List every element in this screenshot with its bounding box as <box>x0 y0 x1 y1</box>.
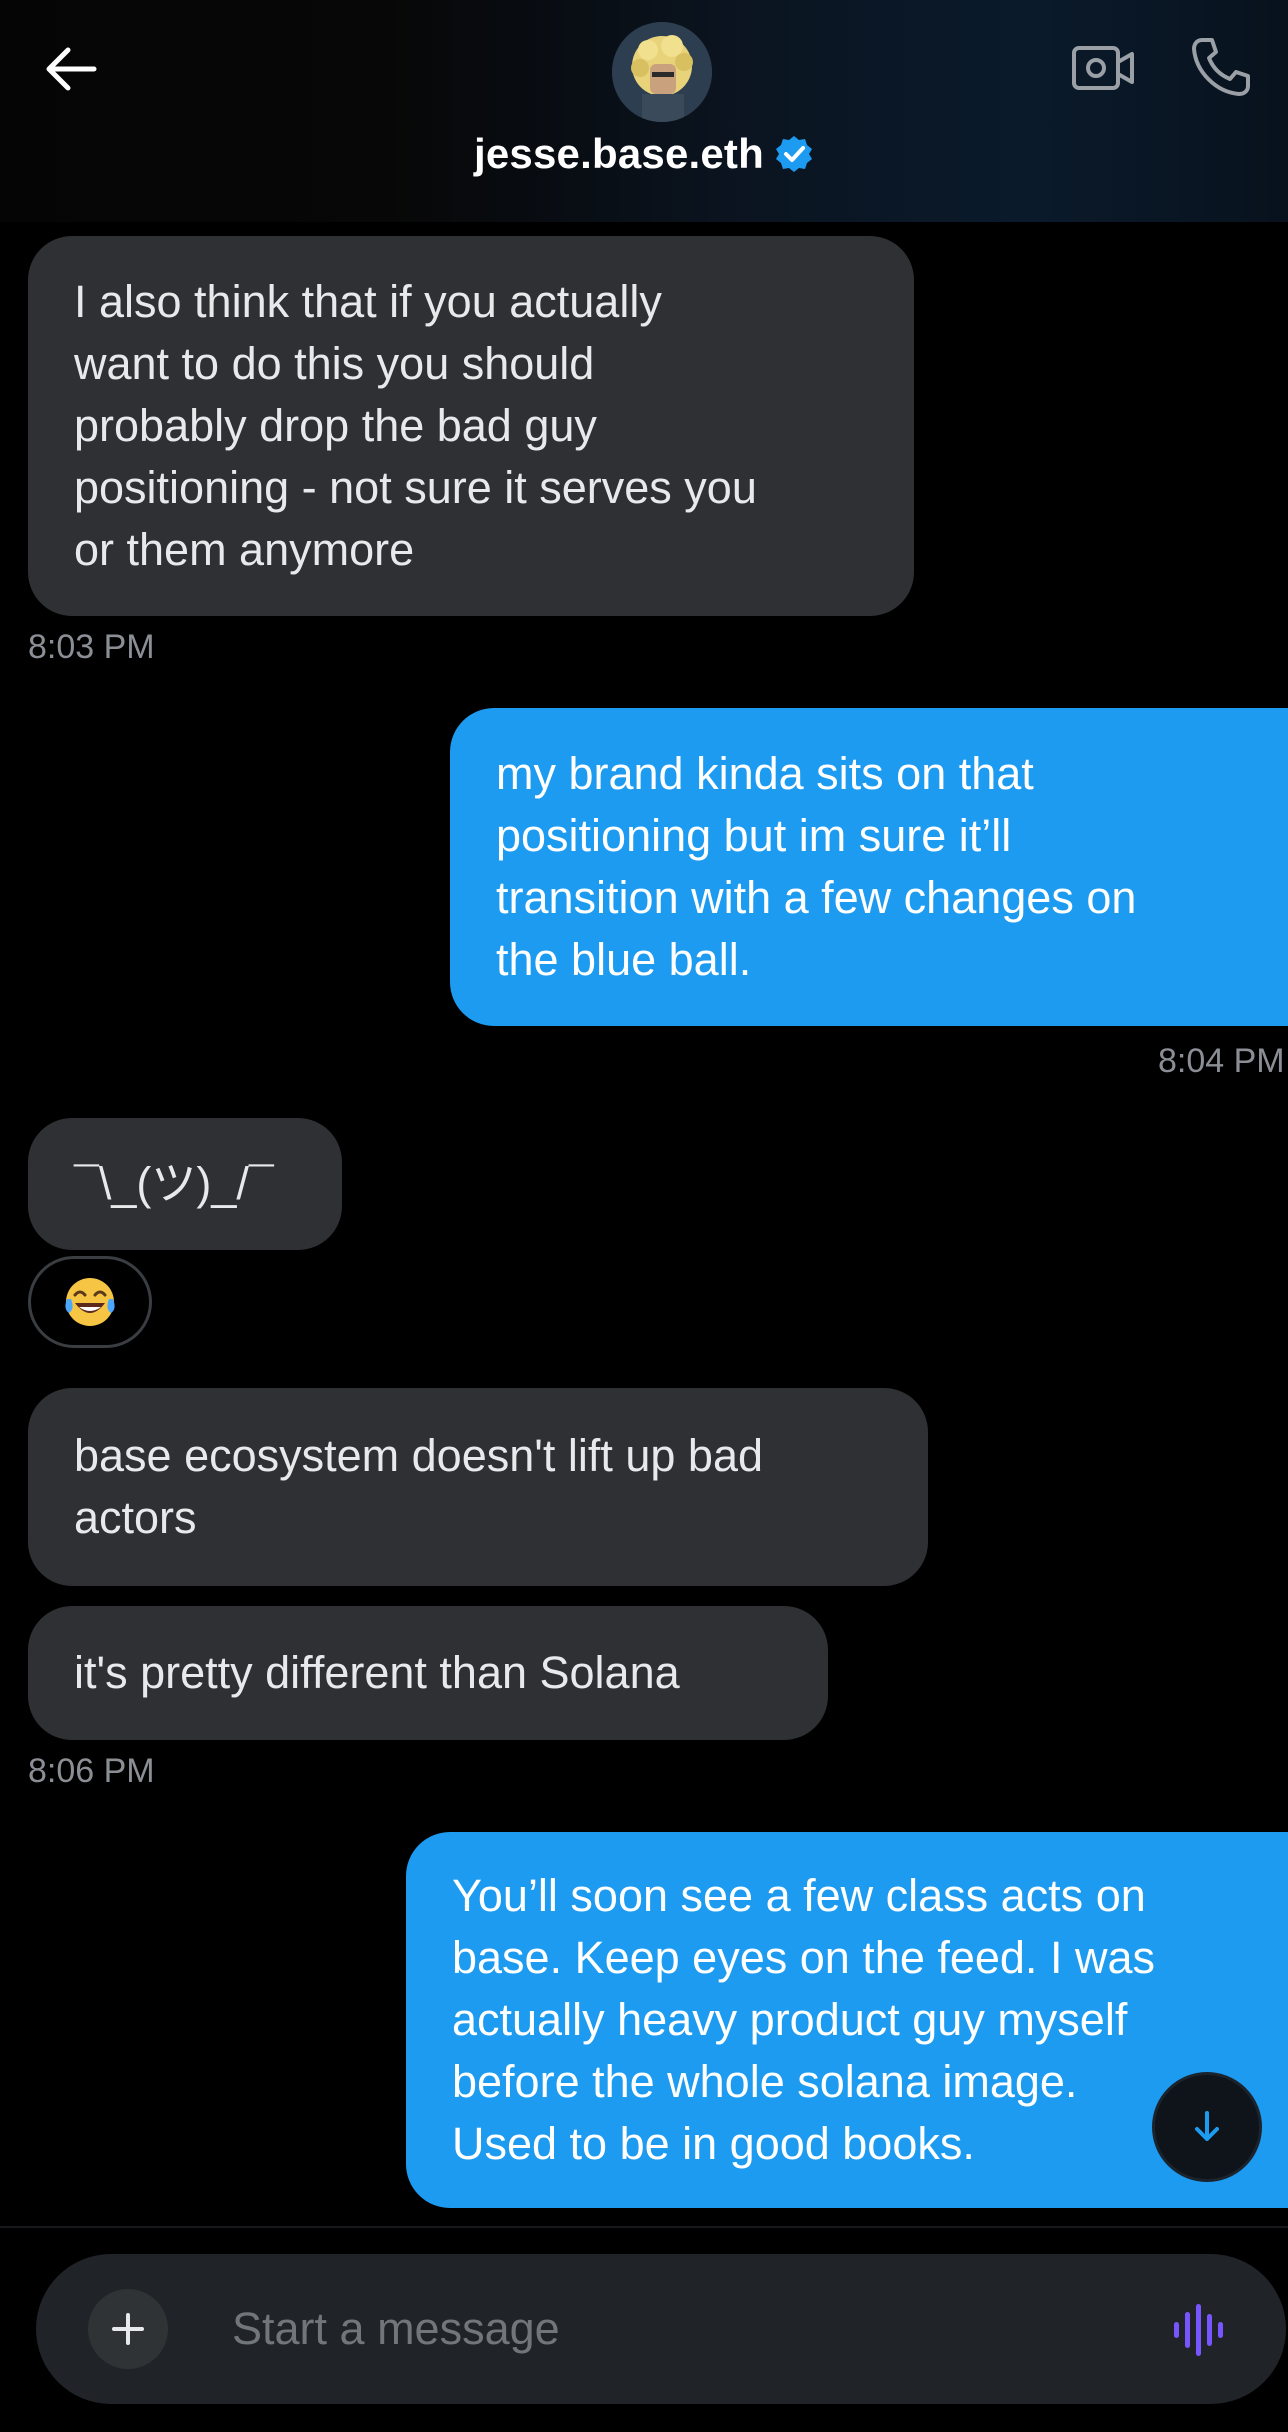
message-bubble-received[interactable]: I also think that if you actually want t… <box>28 236 914 616</box>
plus-icon <box>112 2313 144 2345</box>
message-bubble-sent[interactable]: You’ll soon see a few class acts on base… <box>406 1832 1288 2208</box>
message-line: want to do this you should <box>74 338 595 389</box>
back-arrow-icon <box>46 47 97 91</box>
message-line: base. Keep eyes on the feed. I was <box>452 1932 1155 1983</box>
message-line: positioning but im sure it’ll <box>496 810 1012 861</box>
message-text: ¯\_(ツ)_/¯ <box>74 1158 274 1209</box>
message-bubble-received[interactable]: it's pretty different than Solana <box>28 1606 828 1740</box>
message-reaction[interactable] <box>28 1256 152 1348</box>
message-text: it's pretty different than Solana <box>74 1647 680 1698</box>
message-line: Used to be in good books. <box>452 2118 975 2169</box>
scroll-down-arrow-icon <box>1195 2111 1219 2141</box>
back-button[interactable] <box>40 38 102 100</box>
message-line: probably drop the bad guy <box>74 400 597 451</box>
add-attachment-button[interactable] <box>88 2289 168 2369</box>
conversation-header: jesse.base.eth <box>0 0 1288 222</box>
voice-message-button[interactable] <box>1170 2302 1230 2358</box>
message-line: I also think that if you actually <box>74 276 662 327</box>
message-composer: Start a message <box>36 2254 1286 2404</box>
contact-name[interactable]: jesse.base.eth <box>0 130 1288 178</box>
message-line: before the whole solana image. <box>452 2056 1078 2107</box>
phone-icon <box>1192 38 1250 96</box>
message-text: I also think that if you actually want t… <box>74 271 757 581</box>
message-timestamp: 8:06 PM <box>28 1752 155 1790</box>
phone-call-button[interactable] <box>1188 34 1254 100</box>
message-bubble-received[interactable]: ¯\_(ツ)_/¯ <box>28 1118 342 1250</box>
avatar-image <box>612 22 712 122</box>
video-call-button[interactable] <box>1070 38 1136 98</box>
composer-divider <box>0 2226 1288 2228</box>
message-line: the blue ball. <box>496 934 752 985</box>
video-call-icon <box>1072 46 1134 90</box>
message-line: actually heavy product guy myself <box>452 1994 1128 2045</box>
message-timestamp: 8:03 PM <box>28 628 155 666</box>
message-line: You’ll soon see a few class acts on <box>452 1870 1146 1921</box>
contact-name-text: jesse.base.eth <box>474 130 764 177</box>
message-text: base ecosystem doesn't lift up bad actor… <box>74 1425 763 1549</box>
message-line: actors <box>74 1492 197 1543</box>
message-line: base ecosystem doesn't lift up bad <box>74 1430 763 1481</box>
tears-of-joy-emoji-icon <box>65 1278 115 1326</box>
message-line: or them anymore <box>74 524 415 575</box>
scroll-to-bottom-button[interactable] <box>1152 2072 1262 2182</box>
voice-message-icon <box>1174 2304 1223 2356</box>
message-bubble-sent[interactable]: my brand kinda sits on that positioning … <box>450 708 1288 1026</box>
message-timestamp: 8:04 PM <box>1158 1042 1285 1080</box>
message-line: transition with a few changes on <box>496 872 1137 923</box>
message-line: positioning - not sure it serves you <box>74 462 757 513</box>
message-line: my brand kinda sits on that <box>496 748 1034 799</box>
verified-badge-icon <box>775 136 812 172</box>
message-text: You’ll soon see a few class acts on base… <box>452 1865 1155 2175</box>
message-text: my brand kinda sits on that positioning … <box>496 743 1136 991</box>
message-bubble-received[interactable]: base ecosystem doesn't lift up bad actor… <box>28 1388 928 1586</box>
message-input[interactable]: Start a message <box>232 2254 1032 2404</box>
avatar[interactable] <box>612 22 712 122</box>
